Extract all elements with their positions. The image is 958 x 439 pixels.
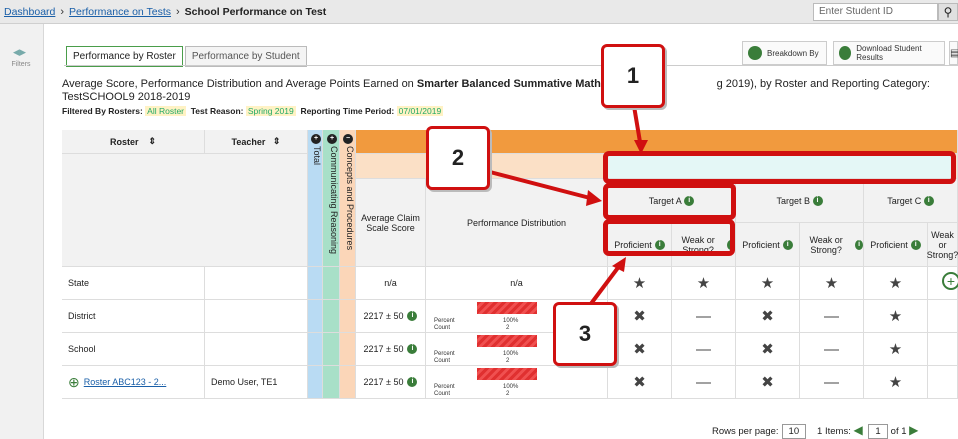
rows-per-page-label: Rows per page: [712,426,779,437]
callout-number-2: 2 [426,126,490,190]
page-input[interactable]: 1 [868,424,888,439]
callout-number-1: 1 [601,44,665,108]
callout-number-3: 3 [553,302,617,366]
callout-arrows [489,99,648,307]
next-page-icon[interactable]: ▶ [909,423,918,437]
first-page-icon[interactable]: ◀ [853,423,862,437]
items-count: 1 Items: [817,426,851,437]
pagination: Rows per page: 10 1 Items: ◀ 1 of 1 ▶ [712,423,918,439]
rows-per-page-select[interactable]: 10 [781,424,807,439]
page-of-label: of 1 [890,426,907,437]
